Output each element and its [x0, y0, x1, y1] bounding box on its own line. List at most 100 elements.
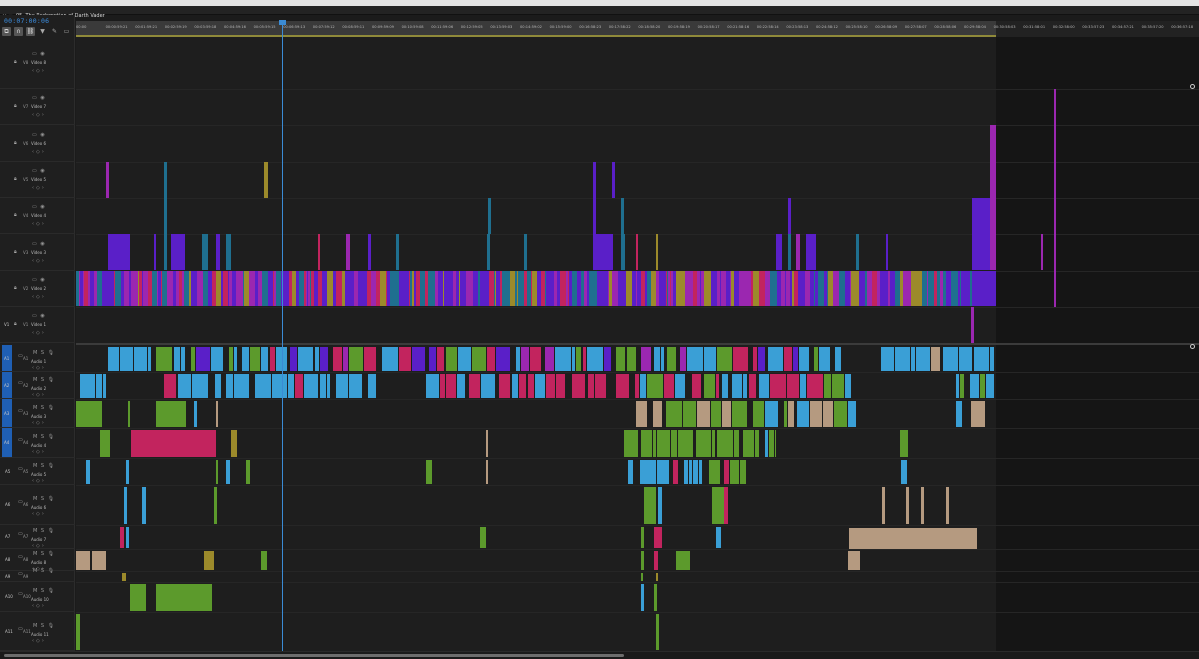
- audio-track-header-a1[interactable]: A1 ▭ A1 M S 🎙︎ Audio 1 ‹◇›: [0, 345, 75, 372]
- wrench-icon[interactable]: ✎: [50, 27, 59, 36]
- audio-clip[interactable]: [673, 460, 678, 484]
- audio-clip[interactable]: [784, 347, 792, 371]
- track-id-label[interactable]: A4: [23, 440, 28, 445]
- mute-solo-mic-controls[interactable]: M S 🎙︎: [33, 528, 55, 534]
- audio-clip[interactable]: [980, 374, 985, 398]
- audio-clip[interactable]: [103, 374, 106, 398]
- video-clip[interactable]: [796, 234, 800, 270]
- mute-solo-mic-controls[interactable]: M S 🎙︎: [33, 434, 55, 440]
- video-clip[interactable]: [621, 198, 624, 234]
- audio-track-header-a5[interactable]: A5 ▭ A5 M S 🎙︎ Audio 5 ‹◇›: [0, 458, 75, 485]
- audio-clip[interactable]: [624, 430, 638, 457]
- audio-clip[interactable]: [793, 347, 798, 371]
- audio-clip[interactable]: [733, 347, 748, 371]
- audio-clip[interactable]: [814, 347, 818, 371]
- keyframe-nav-icons[interactable]: ‹◇›: [32, 68, 46, 74]
- audio-clip[interactable]: [616, 374, 629, 398]
- audio-clip[interactable]: [440, 374, 445, 398]
- audio-clip[interactable]: [487, 347, 495, 371]
- solo-button[interactable]: S: [41, 463, 45, 469]
- audio-clip[interactable]: [80, 374, 95, 398]
- audio-clip[interactable]: [336, 374, 348, 398]
- lock-icon[interactable]: 🔒︎: [14, 140, 17, 146]
- audio-clip[interactable]: [261, 347, 268, 371]
- track-id-label[interactable]: A3: [23, 411, 28, 416]
- keyframe-nav-icons[interactable]: ‹◇›: [32, 330, 46, 336]
- audio-clip[interactable]: [734, 430, 739, 457]
- track-id-label[interactable]: A9: [23, 574, 28, 579]
- audio-clip[interactable]: [960, 374, 964, 398]
- keyframe-nav-icons[interactable]: ‹◇›: [32, 112, 46, 118]
- audio-clip[interactable]: [671, 430, 677, 457]
- keyframe-nav-icons[interactable]: ‹◇›: [32, 603, 46, 609]
- audio-clip[interactable]: [654, 527, 662, 548]
- video-clip[interactable]: [636, 234, 638, 270]
- audio-clip[interactable]: [769, 430, 774, 457]
- audio-clip[interactable]: [616, 347, 625, 371]
- audio-clip[interactable]: [832, 374, 844, 398]
- audio-clip[interactable]: [519, 374, 526, 398]
- audio-clip[interactable]: [740, 460, 746, 484]
- video-clip[interactable]: [856, 234, 859, 270]
- video-clip[interactable]: [656, 234, 658, 270]
- audio-clip[interactable]: [250, 347, 260, 371]
- audio-clip[interactable]: [234, 347, 237, 371]
- solo-button[interactable]: S: [41, 623, 45, 629]
- timeline-tracks-area[interactable]: [76, 20, 1199, 652]
- audio-clip[interactable]: [704, 374, 715, 398]
- audio-clip[interactable]: [530, 347, 541, 371]
- audio-clip[interactable]: [693, 460, 698, 484]
- video-track-header-v2[interactable]: 🔒︎ V2 Video 2 ▭ ◉ ‹◇›: [0, 271, 75, 307]
- audio-clip[interactable]: [641, 527, 644, 548]
- video-clip[interactable]: [226, 234, 231, 270]
- keyframe-nav-icons[interactable]: ‹◇›: [32, 638, 46, 644]
- audio-clip[interactable]: [712, 430, 715, 457]
- audio-clip[interactable]: [246, 460, 250, 484]
- linked-selection-icon[interactable]: ⛓: [26, 27, 35, 36]
- video-clip[interactable]: [368, 234, 371, 270]
- audio-clip[interactable]: [191, 347, 195, 371]
- audio-clip[interactable]: [178, 374, 191, 398]
- video-clip[interactable]: [886, 234, 888, 270]
- audio-clip[interactable]: [664, 374, 674, 398]
- sync-and-eye-icons[interactable]: ▭ ◉: [32, 241, 46, 247]
- video-clip[interactable]: [593, 198, 596, 234]
- audio-clip[interactable]: [545, 347, 554, 371]
- audio-clip[interactable]: [787, 374, 799, 398]
- audio-clip[interactable]: [641, 430, 652, 457]
- track-id-label[interactable]: A10: [23, 594, 31, 599]
- audio-clip[interactable]: [986, 374, 994, 398]
- track-name[interactable]: Video 3: [31, 250, 46, 255]
- audio-clip[interactable]: [959, 347, 972, 371]
- audio-clip[interactable]: [315, 347, 319, 371]
- track-id-label[interactable]: A11: [5, 629, 13, 634]
- audio-clip[interactable]: [181, 347, 185, 371]
- audio-clip[interactable]: [481, 374, 495, 398]
- track-name[interactable]: Audio 5: [31, 472, 46, 477]
- audio-clip[interactable]: [349, 374, 362, 398]
- track-name[interactable]: Audio 4: [31, 443, 46, 448]
- solo-button[interactable]: S: [41, 377, 45, 383]
- audio-clip[interactable]: [96, 374, 102, 398]
- mute-solo-mic-controls[interactable]: M S 🎙︎: [33, 568, 55, 574]
- audio-clip[interactable]: [722, 401, 731, 427]
- video-clip[interactable]: [108, 234, 130, 270]
- keyframe-nav-icons[interactable]: ‹◇›: [32, 294, 46, 300]
- video-clip[interactable]: [972, 271, 996, 306]
- audio-clip[interactable]: [657, 430, 670, 457]
- audio-clip[interactable]: [261, 551, 267, 570]
- audio-clip[interactable]: [636, 401, 647, 427]
- keyframe-nav-icons[interactable]: ‹◇›: [32, 449, 46, 455]
- video-clip[interactable]: [972, 234, 992, 270]
- track-name[interactable]: Audio 3: [31, 414, 46, 419]
- audio-clip[interactable]: [810, 401, 822, 427]
- mic-icon[interactable]: 🎙︎: [48, 496, 55, 502]
- video-track-header-v7[interactable]: 🔒︎ V7 Video 7 ▭ ◉ ‹◇›: [0, 89, 75, 125]
- video-clip[interactable]: [524, 234, 527, 270]
- keyframe-nav-icons[interactable]: ‹◇›: [32, 511, 46, 517]
- sync-and-eye-icons[interactable]: ▭ ◉: [32, 204, 46, 210]
- solo-button[interactable]: S: [41, 350, 45, 356]
- audio-clip[interactable]: [640, 460, 656, 484]
- audio-clip[interactable]: [124, 487, 127, 524]
- audio-clip[interactable]: [901, 460, 907, 484]
